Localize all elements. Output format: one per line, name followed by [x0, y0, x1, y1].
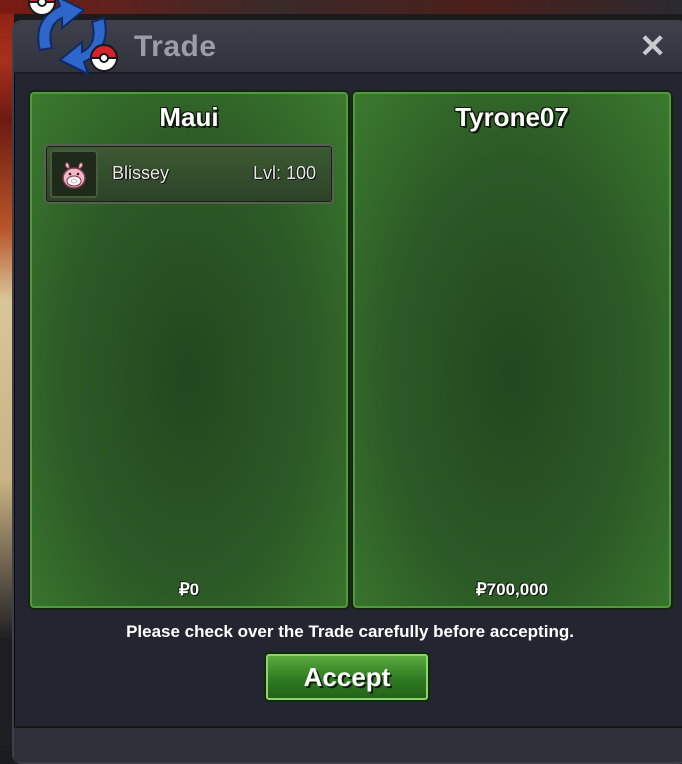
window-bottom-bar [14, 726, 682, 762]
blissey-sprite-icon [50, 150, 98, 198]
money-amount-right: ₽700,000 [475, 580, 549, 599]
money-amount-left: ₽0 [178, 580, 200, 599]
pokemon-name: Blissey [112, 163, 170, 183]
player-name-left: Maui [159, 102, 219, 132]
player-name-right: Tyrone07 [455, 102, 569, 132]
trade-item-slot[interactable]: Blissey Lvl: 100 [44, 144, 334, 204]
accept-button[interactable]: Accept [266, 654, 428, 700]
window-title: Trade [134, 30, 217, 63]
trade-window: Trade ✕ Maui Blissey Lvl: 100 ₽0 Tyrone0… [12, 20, 682, 764]
trade-swap-pokeballs-icon [27, 0, 119, 76]
trade-notice: Please check over the Trade carefully be… [126, 622, 574, 641]
offer-panel-right: Tyrone07 ₽700,000 [353, 92, 671, 608]
pokemon-level: Lvl: 100 [252, 163, 316, 183]
offer-panel-left: Maui Blissey Lvl: 100 ₽0 [30, 92, 348, 608]
close-icon[interactable]: ✕ [639, 30, 666, 62]
